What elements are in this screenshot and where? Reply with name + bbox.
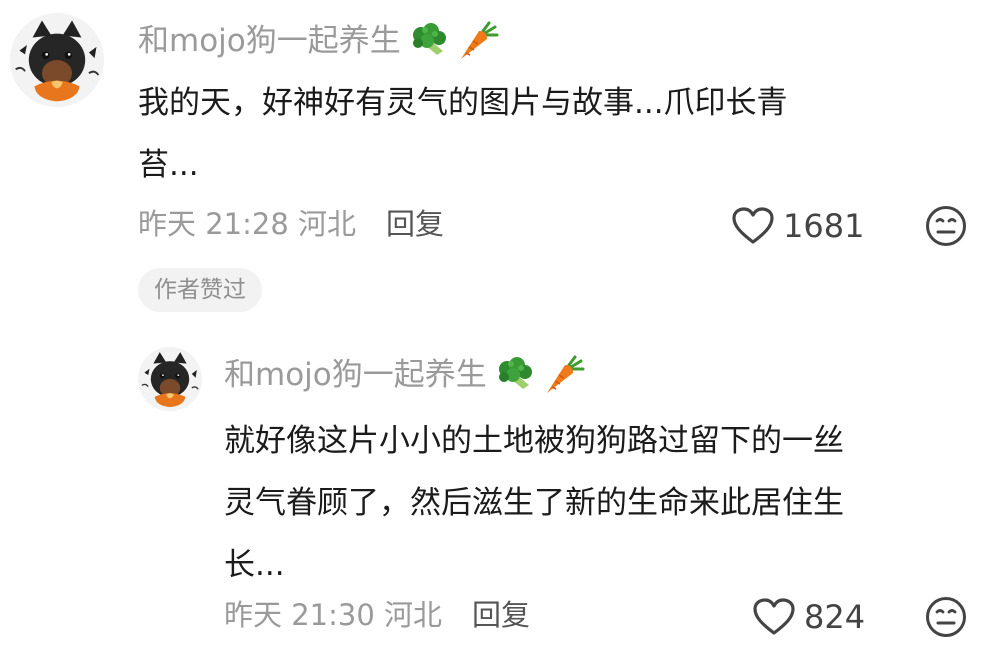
timestamp-location: 昨天 21:28 河北 xyxy=(138,207,357,241)
avatar[interactable] xyxy=(138,347,202,411)
comment-text: 就好像这片小小的土地被狗狗路过留下的一丝 灵气眷顾了，然后滋生了新的生命来此居住… xyxy=(224,410,844,596)
comment-text-line: 苔... xyxy=(138,147,199,183)
dislike-face-icon[interactable] xyxy=(925,205,967,247)
like-count: 1681 xyxy=(783,207,865,245)
username[interactable]: 和mojo狗一起养生 xyxy=(138,21,401,61)
author-liked-tag: 作者赞过 xyxy=(138,268,262,312)
broccoli-icon xyxy=(407,21,453,61)
reply-button[interactable]: 回复 xyxy=(386,204,444,244)
username[interactable]: 和mojo狗一起养生 xyxy=(224,355,487,395)
carrot-icon xyxy=(453,21,499,61)
broccoli-icon xyxy=(493,355,539,395)
like-count: 824 xyxy=(804,598,866,636)
username-row: 和mojo狗一起养生 xyxy=(138,21,499,61)
carrot-icon xyxy=(539,355,585,395)
comment-meta: 昨天 21:30 河北 回复 xyxy=(224,595,530,635)
timestamp-location: 昨天 21:30 河北 xyxy=(224,598,443,632)
reply-button[interactable]: 回复 xyxy=(472,595,530,635)
like-button[interactable]: 1681 xyxy=(731,206,864,246)
reply-comment-item: 和mojo狗一起养生 就好像这片小小的土地被狗狗路过留下的一丝 灵气眷顾了，然后… xyxy=(0,330,996,648)
comment-item: 和mojo狗一起养生 我的天，好神好有灵气的图片与故事...爪印长青 苔... … xyxy=(0,0,996,320)
avatar[interactable] xyxy=(10,13,104,107)
heart-icon xyxy=(752,597,796,637)
comment-meta: 昨天 21:28 河北 回复 xyxy=(138,204,444,244)
like-button[interactable]: 824 xyxy=(752,597,865,637)
dog-avatar-icon xyxy=(10,13,104,107)
username-row: 和mojo狗一起养生 xyxy=(224,355,585,395)
comment-text-line: 我的天，好神好有灵气的图片与故事...爪印长青 xyxy=(138,85,788,121)
dislike-face-icon[interactable] xyxy=(925,596,967,638)
comment-text: 我的天，好神好有灵气的图片与故事...爪印长青 苔... xyxy=(138,72,788,196)
dog-avatar-icon xyxy=(138,347,202,411)
comment-text-line: 长... xyxy=(224,547,285,583)
comment-text-line: 就好像这片小小的土地被狗狗路过留下的一丝 xyxy=(224,423,844,459)
heart-icon xyxy=(731,206,775,246)
comment-text-line: 灵气眷顾了，然后滋生了新的生命来此居住生 xyxy=(224,485,844,521)
